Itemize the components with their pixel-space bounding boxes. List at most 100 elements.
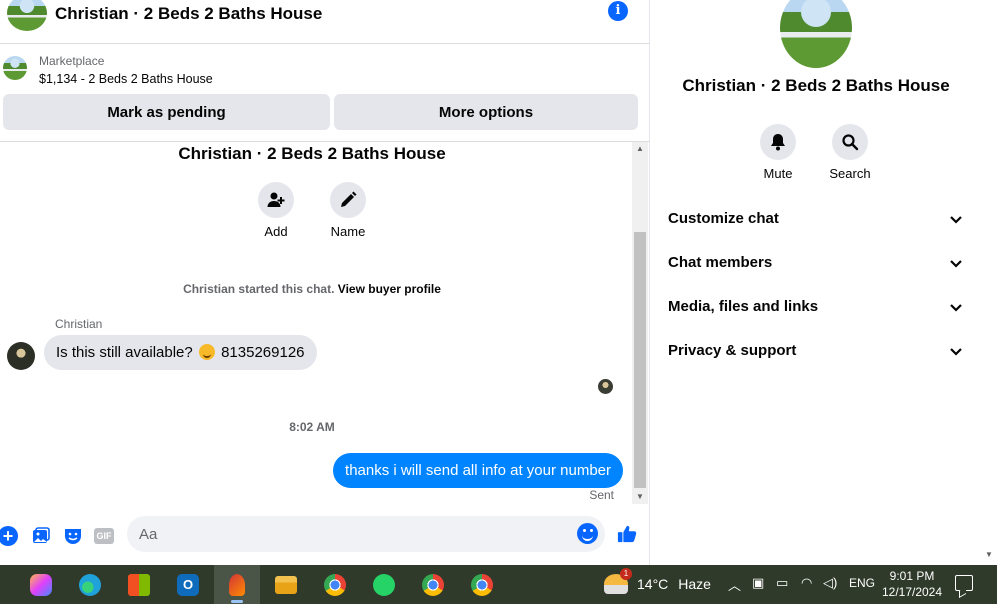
pencil-icon	[341, 191, 357, 207]
windows-taskbar: O 1 14°C Haze ︿ ▣ ▭ ◠ ◁) ENG 9:01 PM 12/…	[0, 565, 997, 604]
messenger-window: Christian · 2 Beds 2 Baths House i Marke…	[0, 0, 997, 565]
taskbar-chrome-profile-c[interactable]	[410, 565, 456, 604]
taskbar-file-explorer[interactable]	[263, 565, 309, 604]
notification-center-icon[interactable]	[955, 575, 973, 591]
copilot-icon	[30, 573, 52, 596]
page-scrollbar[interactable]: ▼	[981, 0, 997, 565]
listing-avatar[interactable]	[7, 0, 47, 31]
search-action[interactable]: Search	[818, 124, 882, 181]
folder-icon	[275, 575, 297, 594]
chevron-down-icon	[950, 348, 962, 356]
name-button[interactable]	[330, 182, 366, 218]
message-timestamp: 8:02 AM	[289, 420, 335, 434]
show-hidden-icons-chevron-icon[interactable]: ︿	[728, 575, 741, 594]
search-icon	[842, 134, 859, 151]
listing-thumbnail[interactable]	[3, 56, 27, 80]
thumbs-up-icon[interactable]	[617, 524, 637, 544]
camera-in-use-icon[interactable]: ▣	[752, 575, 764, 591]
add-label: Add	[264, 224, 288, 239]
smiling-emoji-icon	[198, 344, 215, 360]
clock-time: 9:01 PM	[889, 569, 935, 583]
snipping-tool-icon	[229, 573, 245, 596]
incoming-text: Is this still available?	[56, 344, 193, 361]
clock-date: 12/17/2024	[881, 585, 943, 599]
weather-badge: 1	[620, 568, 632, 580]
volume-icon[interactable]: ◁)	[823, 575, 837, 591]
outgoing-message[interactable]: thanks i will send all info at your numb…	[333, 453, 623, 488]
marketplace-bar: Marketplace $1,134 - 2 Beds 2 Baths Hous…	[0, 44, 650, 142]
section-media-files-links[interactable]: Media, files and links	[651, 286, 981, 330]
details-title: Christian · 2 Beds 2 Baths House	[682, 76, 950, 95]
taskbar-chrome[interactable]	[312, 565, 358, 604]
message-scrollbar[interactable]: ▲ ▼	[632, 142, 648, 504]
conversation-title: Christian · 2 Beds 2 Baths House	[178, 144, 446, 163]
started-text: Christian started this chat.	[183, 282, 335, 296]
gif-icon[interactable]: GIF	[94, 526, 114, 546]
taskbar-edge[interactable]	[67, 565, 113, 604]
language-indicator[interactable]: ENG	[849, 576, 875, 590]
more-options-button[interactable]: More options	[334, 94, 638, 130]
scroll-thumb[interactable]	[634, 232, 646, 488]
section-label: Chat members	[668, 254, 773, 271]
sender-name: Christian	[55, 317, 103, 331]
mute-action[interactable]: Mute	[746, 124, 810, 181]
plus-icon[interactable]: +	[0, 526, 18, 546]
chrome-icon	[324, 573, 346, 596]
message-composer: + GIF	[0, 506, 650, 565]
weather-widget[interactable]: 1 14°C Haze	[604, 568, 711, 594]
listing-price-title[interactable]: $1,134 - 2 Beds 2 Baths House	[39, 72, 213, 86]
message-input[interactable]	[139, 516, 559, 552]
mark-as-pending-button[interactable]: Mark as pending	[3, 94, 330, 130]
incoming-phone-number: 8135269126	[221, 344, 305, 361]
sender-avatar[interactable]	[7, 342, 35, 370]
scroll-down-arrow-icon[interactable]: ▼	[632, 490, 648, 504]
message-list: Christian · 2 Beds 2 Baths House Add Nam…	[0, 142, 632, 506]
whatsapp-icon	[373, 573, 395, 596]
wifi-icon[interactable]: ◠	[801, 575, 812, 591]
add-action[interactable]: Add	[246, 182, 306, 239]
section-privacy-support[interactable]: Privacy & support	[651, 330, 981, 374]
battery-icon[interactable]: ▭	[776, 575, 788, 591]
emoji-picker-icon[interactable]	[577, 523, 598, 544]
taskbar-whatsapp[interactable]	[361, 565, 407, 604]
chrome-profile-icon	[422, 573, 444, 596]
section-label: Media, files and links	[668, 298, 819, 315]
haze-weather-icon: 1	[604, 568, 632, 594]
section-chat-members[interactable]: Chat members	[651, 242, 981, 286]
mute-button[interactable]	[760, 124, 796, 160]
chat-title[interactable]: Christian · 2 Beds 2 Baths House	[55, 4, 322, 24]
section-label: Privacy & support	[668, 342, 797, 359]
info-icon[interactable]: i	[608, 1, 628, 21]
weather-temperature: 14°C	[637, 576, 669, 592]
name-action[interactable]: Name	[318, 182, 378, 239]
photo-icon[interactable]	[31, 526, 51, 546]
gif-label: GIF	[94, 528, 114, 544]
taskbar-outlook[interactable]: O	[165, 565, 211, 604]
add-person-icon	[267, 192, 285, 207]
chat-started-notice: Christian started this chat. View buyer …	[0, 282, 624, 296]
page-scroll-down-arrow-icon[interactable]: ▼	[981, 548, 997, 562]
add-person-button[interactable]	[258, 182, 294, 218]
taskbar-store[interactable]	[116, 565, 162, 604]
search-label: Search	[829, 166, 871, 181]
sticker-glyph-icon	[65, 529, 81, 544]
sent-status: Sent	[589, 488, 614, 502]
taskbar-snipping-tool[interactable]	[214, 565, 260, 604]
incoming-message[interactable]: Is this still available? 8135269126	[44, 335, 317, 370]
section-label: Customize chat	[668, 210, 779, 227]
search-button[interactable]	[832, 124, 868, 160]
store-icon	[128, 573, 150, 596]
message-input-container[interactable]	[127, 516, 605, 552]
system-clock[interactable]: 9:01 PM 12/17/2024	[876, 568, 948, 600]
view-buyer-profile-link[interactable]: View buyer profile	[338, 282, 441, 296]
like-glyph-icon	[617, 525, 637, 543]
scroll-up-arrow-icon[interactable]: ▲	[632, 142, 648, 156]
sticker-icon[interactable]	[63, 526, 83, 546]
taskbar-copilot[interactable]	[18, 565, 64, 604]
name-label: Name	[330, 224, 366, 239]
details-avatar[interactable]	[780, 0, 852, 68]
taskbar-chrome-profile-2[interactable]	[459, 565, 505, 604]
chevron-down-icon	[950, 304, 962, 312]
mute-label: Mute	[763, 166, 793, 181]
section-customize-chat[interactable]: Customize chat	[651, 198, 981, 242]
